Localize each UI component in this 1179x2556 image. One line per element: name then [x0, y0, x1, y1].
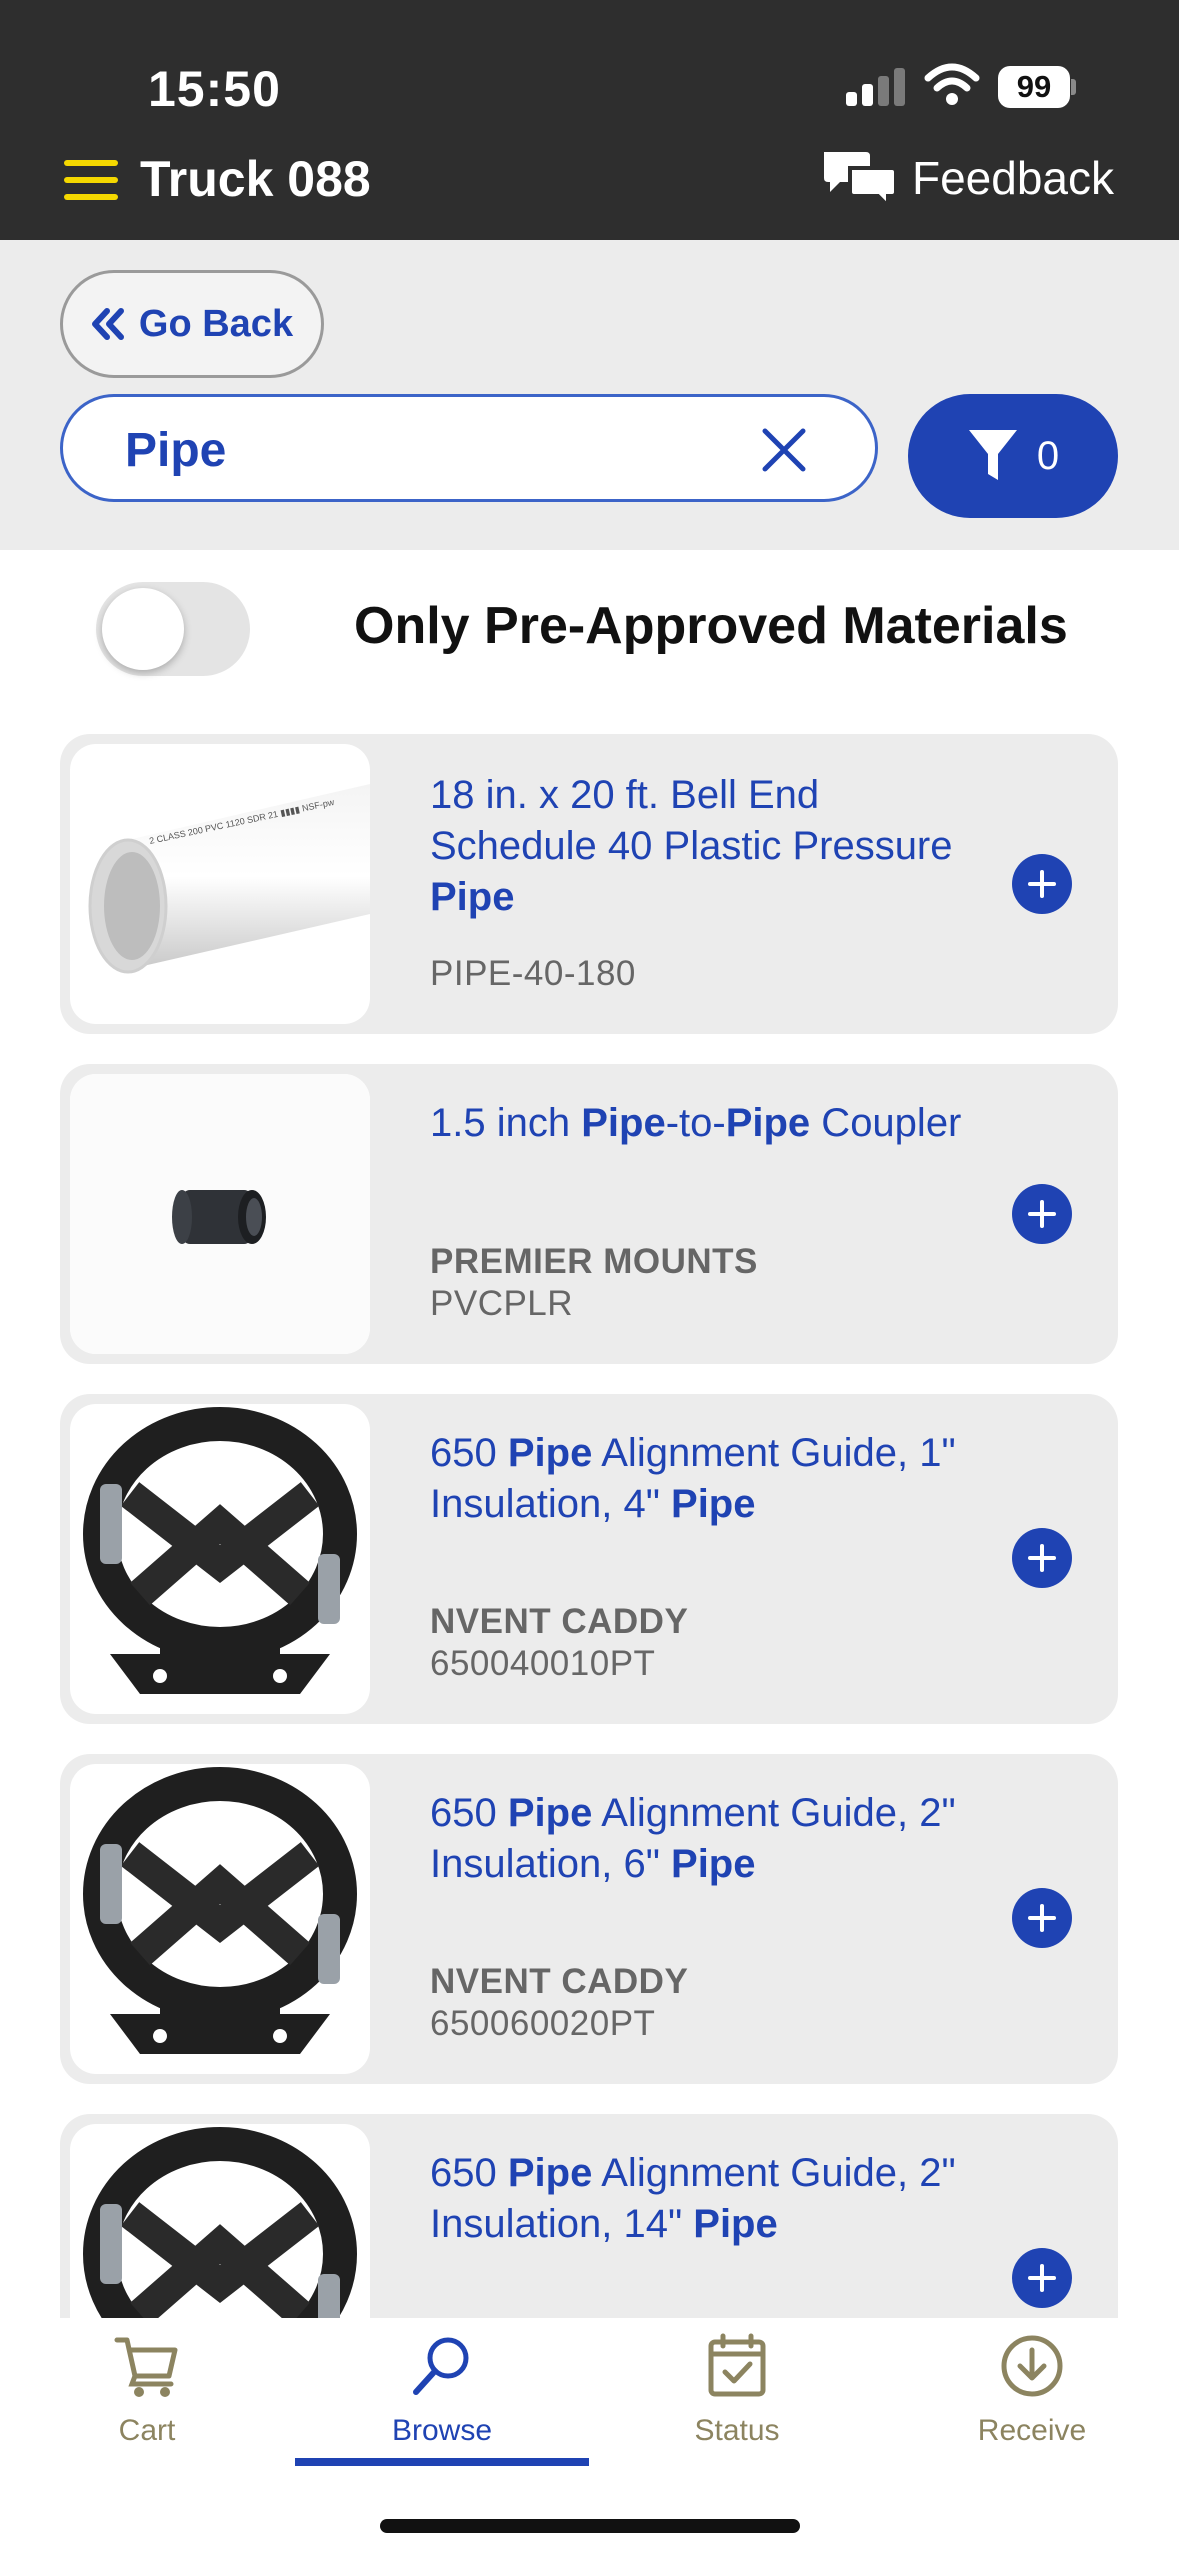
add-to-cart-button[interactable] [1012, 1888, 1072, 1948]
product-sku: 650060020PT [430, 2004, 656, 2043]
product-image-pipe-alignment-guide [70, 1404, 370, 1714]
add-to-cart-button[interactable] [1012, 1184, 1072, 1244]
add-to-cart-button[interactable] [1012, 2248, 1072, 2308]
top-app-bar: 15:50 99 Truck 088 Feedback [0, 0, 1179, 240]
product-sku: PVCPLR [430, 1284, 574, 1323]
go-back-label: Go Back [138, 302, 294, 345]
filter-button[interactable]: 0 [908, 394, 1118, 518]
product-card[interactable]: 2 CLASS 200 PVC 1120 SDR 21 ▮▮▮▮ NSF-pw … [60, 734, 1118, 1034]
nav-browse[interactable]: Browse [295, 2318, 589, 2478]
battery-level: 99 [998, 66, 1070, 108]
wifi-icon [924, 63, 980, 105]
calendar-check-icon [708, 2333, 766, 2397]
nav-status[interactable]: Status [590, 2318, 884, 2478]
product-card[interactable]: 650 Pipe Alignment Guide, 2" Insulation,… [60, 2114, 1118, 2318]
home-indicator[interactable] [380, 2519, 800, 2533]
status-time: 15:50 [148, 61, 281, 117]
product-brand: NVENT CADDY [430, 1962, 689, 2001]
page-title: Truck 088 [140, 151, 371, 207]
search-input[interactable]: Pipe [60, 394, 878, 502]
product-title[interactable]: 650 Pipe Alignment Guide, 1" Insulation,… [430, 1428, 990, 1530]
product-title[interactable]: 18 in. x 20 ft. Bell End Schedule 40 Pla… [430, 770, 990, 923]
go-back-button[interactable]: Go Back [60, 270, 324, 378]
product-title[interactable]: 650 Pipe Alignment Guide, 2" Insulation,… [430, 2148, 990, 2250]
filter-funnel-icon [968, 430, 1017, 480]
feedback-label: Feedback [912, 152, 1115, 204]
double-chevron-left-icon [91, 308, 124, 340]
product-brand: NVENT CADDY [430, 1602, 689, 1641]
product-sku: 650040010PT [430, 1644, 656, 1683]
product-image-white-pvc-pipe: 2 CLASS 200 PVC 1120 SDR 21 ▮▮▮▮ NSF-pw [70, 744, 370, 1024]
product-sku: PIPE-40-180 [430, 954, 636, 993]
download-circle-icon [1001, 2335, 1063, 2397]
menu-icon[interactable] [64, 160, 118, 200]
product-image-black-pipe-coupler [70, 1074, 370, 1354]
nav-label-browse: Browse [391, 2414, 493, 2447]
pre-approved-label: Only Pre-Approved Materials [354, 597, 1068, 655]
close-icon[interactable] [761, 427, 807, 473]
add-to-cart-button[interactable] [1012, 1528, 1072, 1588]
feedback-button[interactable]: Feedback [820, 146, 1114, 210]
product-title[interactable]: 1.5 inch Pipe-to-Pipe Coupler [430, 1098, 990, 1149]
chat-bubbles-icon [824, 152, 898, 208]
search-panel: Go Back Pipe 0 [0, 240, 1179, 550]
product-image-pipe-alignment-guide [70, 2124, 370, 2318]
search-icon [413, 2337, 469, 2395]
search-input-value: Pipe [125, 424, 227, 477]
product-card[interactable]: 650 Pipe Alignment Guide, 1" Insulation,… [60, 1394, 1118, 1724]
nav-label-status: Status [694, 2414, 780, 2447]
cart-icon [114, 2337, 178, 2397]
active-tab-indicator [295, 2458, 589, 2466]
nav-label-receive: Receive [977, 2414, 1087, 2447]
toggle-knob [102, 588, 184, 670]
battery-icon: 99 [998, 66, 1076, 108]
nav-label-cart: Cart [118, 2414, 176, 2447]
product-title[interactable]: 650 Pipe Alignment Guide, 2" Insulation,… [430, 1788, 990, 1890]
product-brand: PREMIER MOUNTS [430, 1242, 758, 1281]
filter-count: 0 [1036, 433, 1060, 478]
cellular-signal-icon [846, 66, 906, 106]
nav-cart[interactable]: Cart [0, 2318, 294, 2478]
product-card[interactable]: 1.5 inch Pipe-to-Pipe Coupler PREMIER MO… [60, 1064, 1118, 1364]
bottom-navigation: Cart Browse Status Receive [0, 2318, 1179, 2556]
nav-receive[interactable]: Receive [885, 2318, 1179, 2478]
product-list[interactable]: 2 CLASS 200 PVC 1120 SDR 21 ▮▮▮▮ NSF-pw … [0, 720, 1179, 2318]
product-image-pipe-alignment-guide [70, 1764, 370, 2074]
pre-approved-toggle[interactable] [96, 582, 250, 676]
add-to-cart-button[interactable] [1012, 854, 1072, 914]
product-card[interactable]: 650 Pipe Alignment Guide, 2" Insulation,… [60, 1754, 1118, 2084]
